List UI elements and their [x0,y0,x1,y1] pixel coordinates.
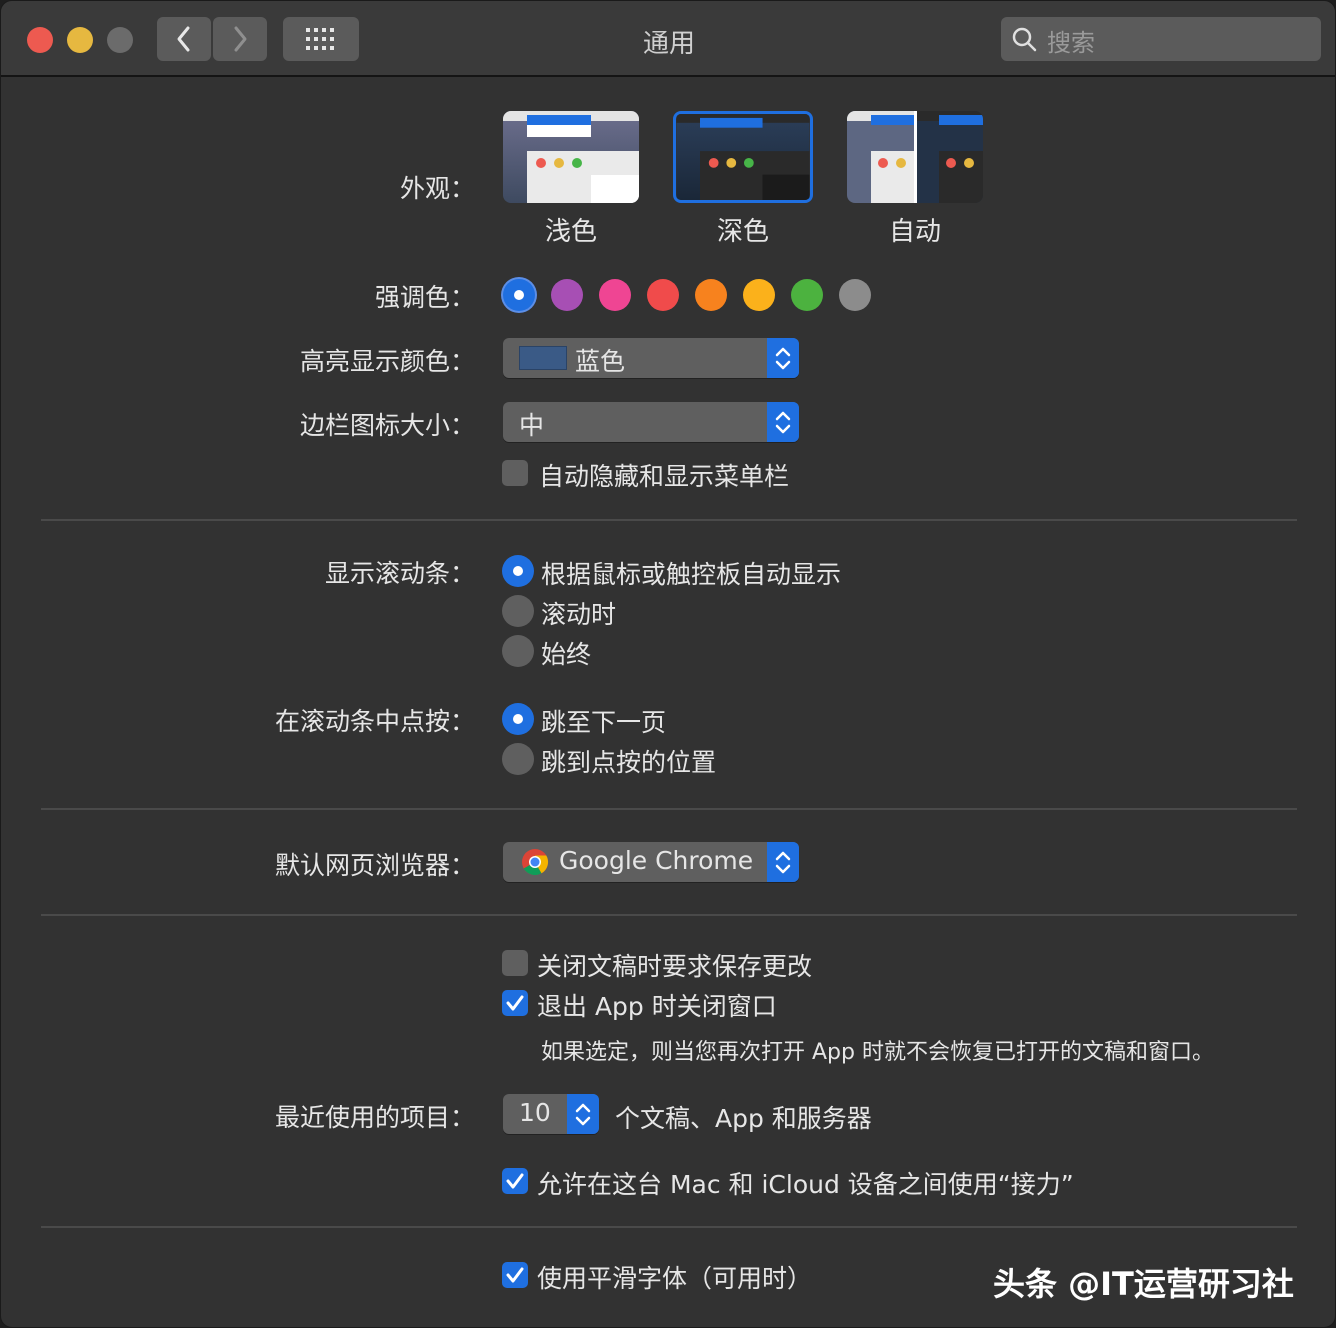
popup-arrow [767,842,799,882]
chrome-icon [522,849,549,876]
auto-hide-menubar-label: 自动隐藏和显示菜单栏 [539,462,790,491]
appearance-light-label: 浅色 [544,217,597,247]
highlight-color-label: 高亮显示颜色： [299,347,475,376]
jump-next-page-label: 跳至下一页 [541,708,667,737]
divider [41,519,1297,521]
jump-to-spot-label: 跳到点按的位置 [541,748,717,777]
recent-items-suffix: 个文稿、App 和服务器 [615,1104,872,1133]
scrollbar-always-label: 始终 [541,640,592,669]
accent-swatch-green[interactable] [791,279,823,311]
titlebar: 通用 搜索 [1,1,1335,77]
font-smoothing-label: 使用平滑字体（可用时） [537,1264,813,1293]
click-scrollbar-label: 在滚动条中点按： [274,707,475,736]
show-scrollbars-label: 显示滚动条： [324,559,475,588]
highlight-color-popup[interactable]: 蓝色 [503,338,799,378]
scrollbar-when-scrolling-label: 滚动时 [541,600,617,629]
updown-chevron-icon [775,411,791,434]
accent-swatch-yellow[interactable] [743,279,775,311]
sidebar-icon-size-popup[interactable]: 中 [503,402,799,442]
recent-items-label: 最近使用的项目： [274,1103,475,1132]
divider [41,914,1297,916]
sidebar-icon-size-label: 边栏图标大小： [299,411,475,440]
checkmark-icon [506,1173,524,1189]
scrollbar-when-scrolling-radio[interactable] [502,595,534,627]
divider [41,1226,1297,1228]
auto-hide-menubar-checkbox[interactable] [502,460,528,486]
updown-chevron-icon [575,1103,591,1126]
handoff-label: 允许在这台 Mac 和 iCloud 设备之间使用“接力” [537,1170,1074,1199]
ask-keep-changes-checkbox[interactable] [502,950,528,976]
updown-chevron-icon [775,851,791,874]
appearance-label: 外观： [399,174,475,203]
popup-arrow [567,1094,599,1134]
highlight-swatch [519,346,567,370]
dark-mode-thumbnail [676,114,810,200]
close-windows-note: 如果选定，则当您再次打开 App 时就不会恢复已打开的文稿和窗口。 [541,1040,1214,1065]
scrollbar-auto-radio[interactable] [502,555,534,587]
sidebar-icon-size-value: 中 [519,411,545,440]
appearance-dark-label: 深色 [716,217,769,247]
popup-arrow [767,338,799,378]
divider [41,808,1297,810]
default-browser-value: Google Chrome [559,846,754,875]
scrollbar-always-radio[interactable] [502,635,534,667]
watermark: 头条 @IT运营研习社 [993,1265,1294,1303]
appearance-light-option[interactable] [503,111,639,203]
checkmark-icon [506,1267,524,1283]
appearance-auto-label: 自动 [888,217,941,247]
accent-color-label: 强调色： [374,283,475,312]
recent-items-value: 10 [519,1098,551,1127]
highlight-color-value: 蓝色 [575,347,626,376]
accent-swatch-blue[interactable] [503,279,535,311]
appearance-dark-option[interactable] [673,111,813,203]
jump-next-page-radio[interactable] [502,703,534,735]
handoff-checkbox[interactable] [502,1168,528,1194]
accent-swatch-purple[interactable] [551,279,583,311]
updown-chevron-icon [775,347,791,370]
recent-items-popup[interactable]: 10 [503,1094,599,1134]
accent-swatch-orange[interactable] [695,279,727,311]
ask-keep-changes-label: 关闭文稿时要求保存更改 [537,952,813,981]
light-mode-thumbnail [503,111,639,203]
close-windows-label: 退出 App 时关闭窗口 [537,992,777,1021]
accent-swatch-graphite[interactable] [839,279,871,311]
close-windows-checkbox[interactable] [502,990,528,1016]
auto-mode-thumbnail [847,111,983,203]
appearance-auto-option[interactable] [847,111,983,203]
scrollbar-auto-label: 根据鼠标或触控板自动显示 [541,560,842,589]
font-smoothing-checkbox[interactable] [502,1262,528,1288]
accent-swatch-pink[interactable] [599,279,631,311]
selected-dot [514,290,524,300]
jump-to-spot-radio[interactable] [502,743,534,775]
search-field[interactable]: 搜索 [1001,17,1321,61]
search-icon [1012,27,1037,52]
default-browser-popup[interactable]: Google Chrome [503,842,799,882]
popup-arrow [767,402,799,442]
default-browser-label: 默认网页浏览器： [274,851,475,880]
accent-swatch-red[interactable] [647,279,679,311]
search-placeholder: 搜索 [1047,29,1095,57]
system-preferences-window: 通用 搜索 外观： 浅色 深色 自动 强调色： 高亮显示颜色： 蓝色 边栏图标大… [0,0,1336,1328]
checkmark-icon [506,995,524,1011]
